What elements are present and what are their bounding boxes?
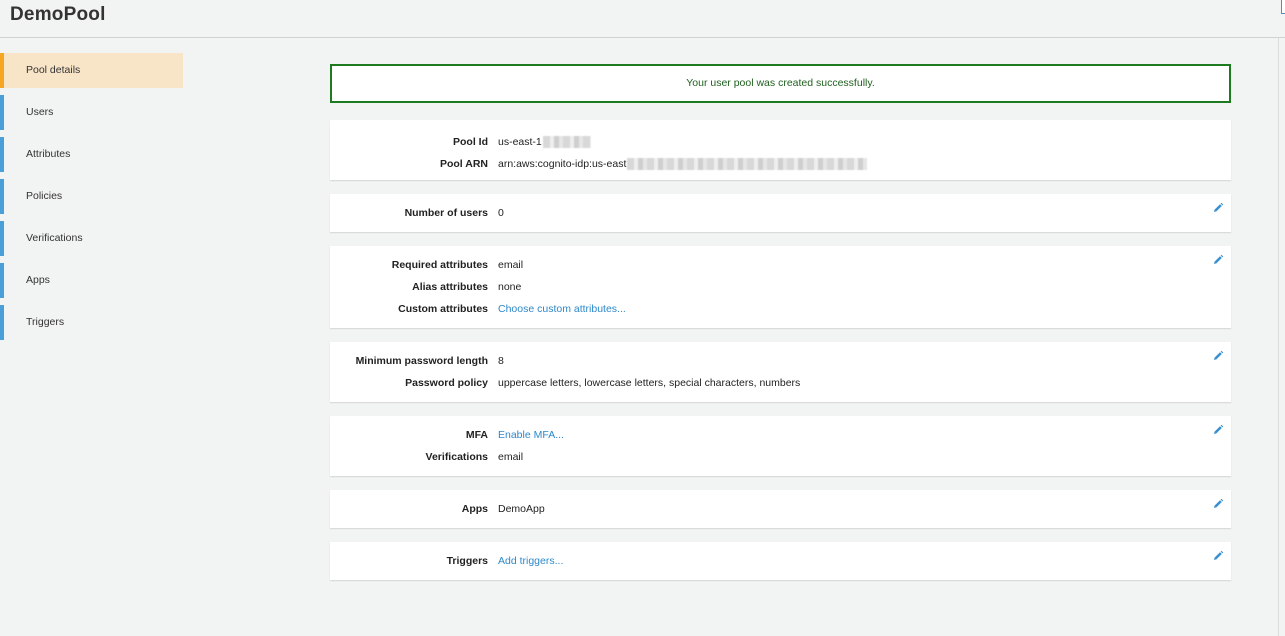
min-password-length-label: Minimum password length <box>355 355 488 367</box>
sidebar-item-label: Triggers <box>26 316 65 328</box>
password-policy-card: Minimum password length 8 Password polic… <box>330 342 1231 402</box>
sidebar-item-policies[interactable]: Policies <box>0 179 183 214</box>
required-attributes-value: email <box>498 259 524 271</box>
redacted-id <box>542 136 591 149</box>
required-attributes-label: Required attributes <box>391 259 488 271</box>
add-triggers-link[interactable]: Add triggers... <box>498 550 563 572</box>
alias-attributes-value: none <box>498 281 522 293</box>
success-alert: Your user pool was created successfully. <box>330 64 1231 103</box>
custom-attributes-label: Custom attributes <box>398 303 488 315</box>
triggers-card: Triggers Add triggers... <box>330 542 1231 580</box>
triggers-row: Triggers Add triggers... <box>330 550 1231 572</box>
main-content: Your user pool was created successfully.… <box>330 64 1231 580</box>
content-divider <box>1278 38 1279 636</box>
mfa-label: MFA <box>465 429 488 441</box>
password-policy-label: Password policy <box>405 377 488 389</box>
sidebar-item-label: Users <box>26 106 54 118</box>
triggers-label: Triggers <box>446 555 488 567</box>
apps-value: DemoApp <box>498 503 545 515</box>
verifications-row: Verifications email <box>330 446 1231 468</box>
mfa-card: MFA Enable MFA... Verifications email <box>330 416 1231 476</box>
alias-attributes-row: Alias attributes none <box>330 276 1231 298</box>
pool-arn-label: Pool ARN <box>439 158 488 170</box>
pool-id-label: Pool Id <box>453 136 488 148</box>
pencil-icon[interactable] <box>1212 424 1224 436</box>
pencil-icon[interactable] <box>1212 350 1224 362</box>
sidebar-item-pool-details[interactable]: Pool details <box>0 53 183 88</box>
password-policy-value: uppercase letters, lowercase letters, sp… <box>498 377 801 389</box>
pool-id-value: us-east-1 <box>498 131 591 153</box>
sidebar-item-triggers[interactable]: Triggers <box>0 305 183 340</box>
apps-card: Apps DemoApp <box>330 490 1231 528</box>
sidebar-item-verifications[interactable]: Verifications <box>0 221 183 256</box>
redacted-arn <box>627 158 868 171</box>
page-title: DemoPool <box>10 4 106 25</box>
pool-arn-value: arn:aws:cognito-idp:us-east <box>498 153 868 175</box>
sidebar-item-label: Policies <box>26 190 63 202</box>
sidebar-nav: Pool details Users Attributes Policies V… <box>0 53 183 347</box>
sidebar-item-label: Pool details <box>26 64 81 76</box>
number-of-users-label: Number of users <box>404 207 488 219</box>
sidebar-item-apps[interactable]: Apps <box>0 263 183 298</box>
pencil-icon[interactable] <box>1212 254 1224 266</box>
top-header: DemoPool <box>0 0 1285 38</box>
pool-info-card: Pool Id us-east-1 Pool ARN arn:aws:cogni… <box>330 120 1231 180</box>
alias-attributes-label: Alias attributes <box>412 281 488 293</box>
sidebar-item-label: Attributes <box>26 148 71 160</box>
sidebar-item-attributes[interactable]: Attributes <box>0 137 183 172</box>
attributes-card: Required attributes email Alias attribut… <box>330 246 1231 328</box>
min-password-length-row: Minimum password length 8 <box>330 350 1231 372</box>
pencil-icon[interactable] <box>1212 550 1224 562</box>
choose-custom-attributes-link[interactable]: Choose custom attributes... <box>498 298 626 320</box>
pool-arn-row: Pool ARN arn:aws:cognito-idp:us-east <box>330 153 1231 175</box>
sidebar-item-users[interactable]: Users <box>0 95 183 130</box>
sidebar-item-label: Verifications <box>26 232 83 244</box>
required-attributes-row: Required attributes email <box>330 254 1231 276</box>
number-of-users-row: Number of users 0 <box>330 202 1231 224</box>
enable-mfa-link[interactable]: Enable MFA... <box>498 424 564 446</box>
pencil-icon[interactable] <box>1212 498 1224 510</box>
custom-attributes-row: Custom attributes Choose custom attribut… <box>330 298 1231 320</box>
apps-row: Apps DemoApp <box>330 498 1231 520</box>
apps-label: Apps <box>461 503 488 515</box>
window-edge-control[interactable] <box>1281 0 1285 14</box>
users-card: Number of users 0 <box>330 194 1231 232</box>
password-policy-row: Password policy uppercase letters, lower… <box>330 372 1231 394</box>
min-password-length-value: 8 <box>498 355 504 367</box>
verifications-value: email <box>498 451 524 463</box>
number-of-users-value: 0 <box>498 207 504 219</box>
pool-id-row: Pool Id us-east-1 <box>330 131 1231 153</box>
verifications-label: Verifications <box>425 451 488 463</box>
mfa-row: MFA Enable MFA... <box>330 424 1231 446</box>
pencil-icon[interactable] <box>1212 202 1224 214</box>
alert-message: Your user pool was created successfully. <box>686 77 875 89</box>
sidebar-item-label: Apps <box>26 274 50 286</box>
